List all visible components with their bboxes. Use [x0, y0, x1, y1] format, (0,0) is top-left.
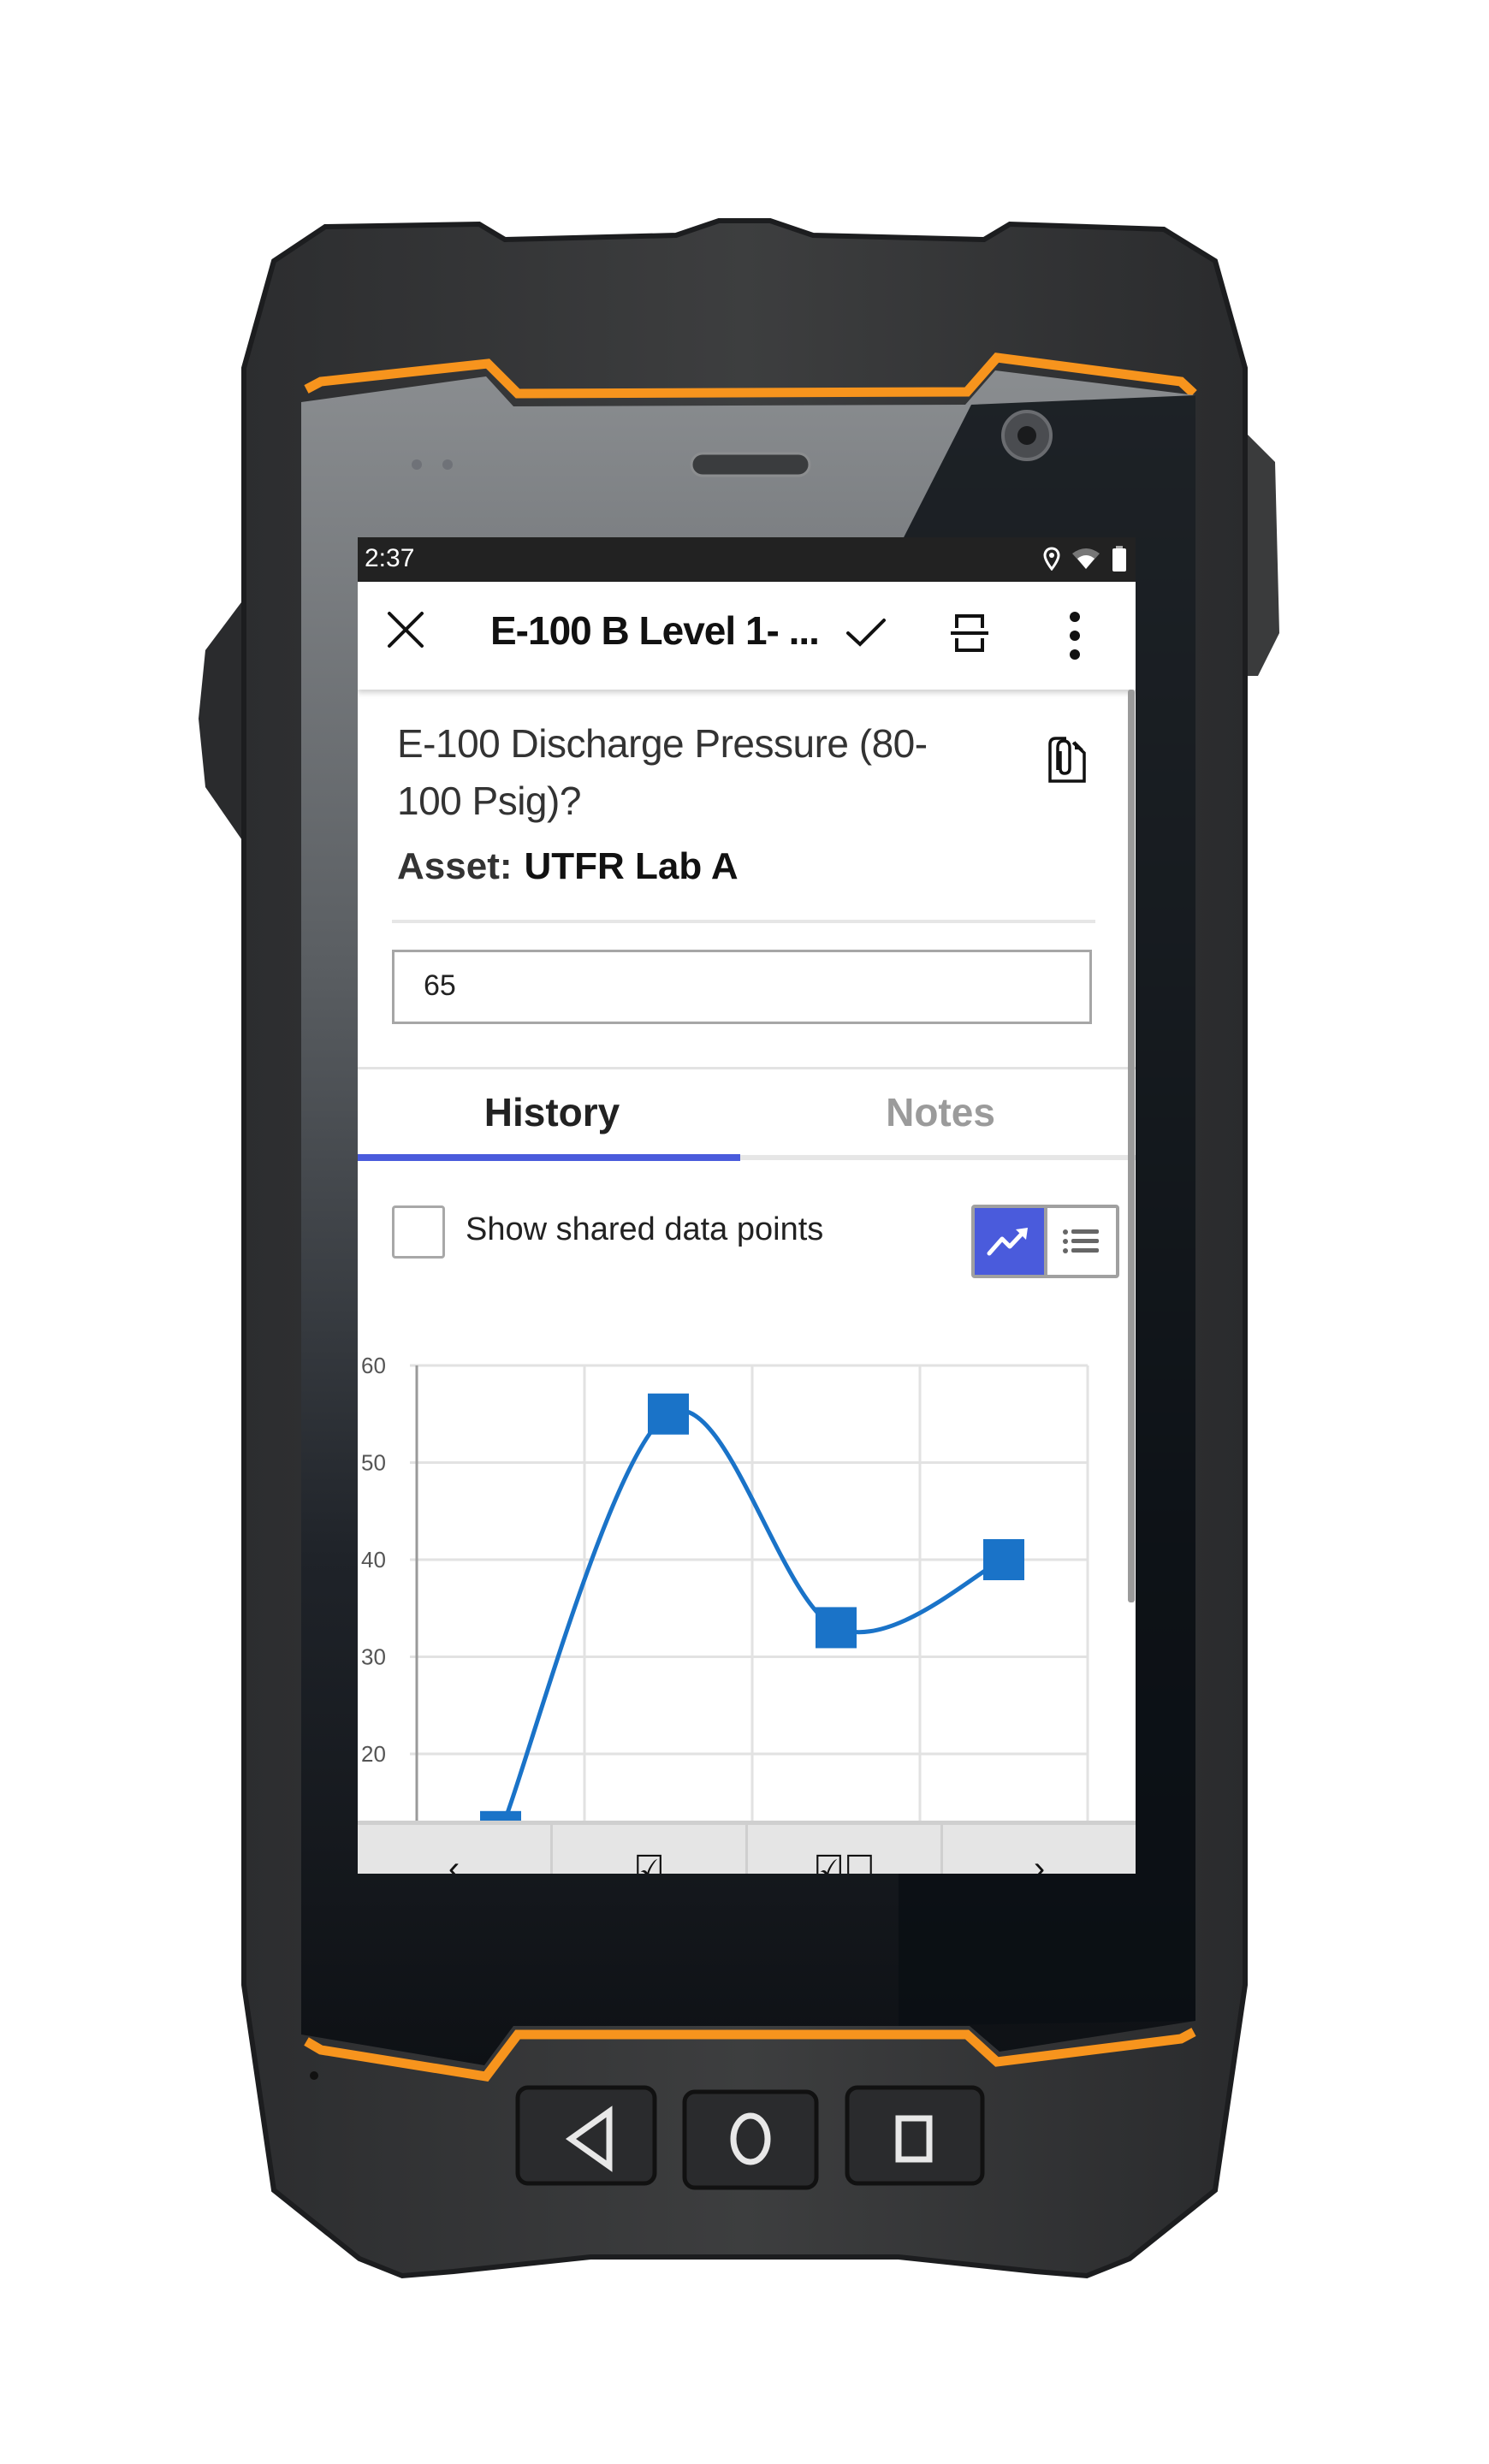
- microphone-hole: [310, 2071, 318, 2080]
- earpiece-speaker: [690, 452, 811, 477]
- checklist-button[interactable]: ☑: [553, 1825, 748, 1874]
- close-icon[interactable]: [387, 611, 424, 649]
- history-chart: 20 30 40 50 60: [361, 1353, 1089, 1852]
- chevron-right-icon: ›: [1033, 1850, 1046, 1874]
- sensor: [412, 459, 422, 470]
- data-point-marker: [648, 1393, 689, 1435]
- device-nav-back[interactable]: [515, 2085, 657, 2186]
- page-title: E-100 B Level 1- ...: [490, 608, 820, 653]
- checkbox-icon: ☑☐: [813, 1850, 875, 1874]
- checklist-icon: ☑: [633, 1850, 665, 1874]
- y-tick-label: 60: [361, 1353, 386, 1378]
- more-vertical-icon[interactable]: [1058, 611, 1092, 660]
- scrollbar[interactable]: [1128, 690, 1135, 1602]
- y-tick-label: 20: [361, 1741, 386, 1767]
- data-point-marker: [816, 1607, 857, 1649]
- y-tick-label: 30: [361, 1644, 386, 1670]
- y-tick-label: 50: [361, 1450, 386, 1476]
- side-button-left: [199, 599, 244, 843]
- device-nav-home[interactable]: [682, 2089, 819, 2190]
- screen: 2:37 E-100 B Level 1- ... E-100 Discharg…: [358, 537, 1136, 1874]
- check-icon[interactable]: [845, 616, 887, 650]
- scan-icon[interactable]: [950, 614, 989, 652]
- next-button[interactable]: ›: [943, 1825, 1136, 1874]
- device-nav-recents[interactable]: [845, 2085, 985, 2186]
- chevron-left-icon: ‹: [448, 1850, 460, 1874]
- data-point-marker: [983, 1539, 1024, 1580]
- sensor: [442, 459, 453, 470]
- bottom-action-bar: ‹ ☑ ☑☐ ›: [358, 1821, 1136, 1874]
- previous-button[interactable]: ‹: [358, 1825, 553, 1874]
- y-tick-label: 40: [361, 1547, 386, 1573]
- checkboxes-button[interactable]: ☑☐: [748, 1825, 943, 1874]
- toolbar: E-100 B Level 1- ...: [358, 582, 1136, 690]
